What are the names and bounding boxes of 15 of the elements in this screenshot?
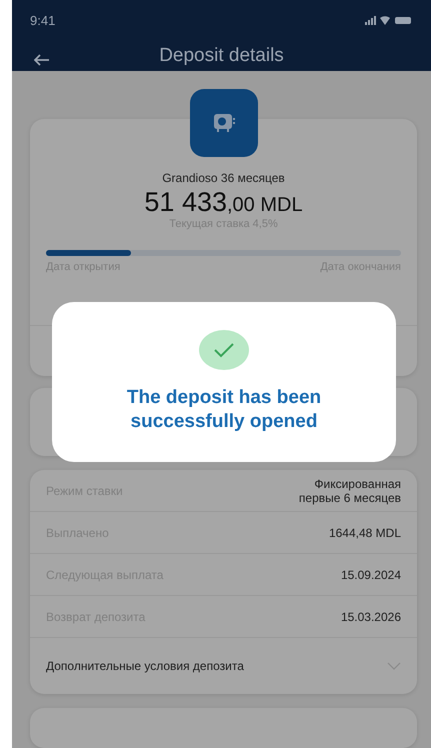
check-icon bbox=[199, 330, 249, 370]
status-time: 9:41 bbox=[30, 12, 56, 28]
page-title: Deposit details bbox=[159, 44, 284, 66]
deposit-amount: 51 433,00 MDL bbox=[144, 187, 303, 218]
detail-value: 15.03.2026 bbox=[340, 610, 401, 624]
success-message: The deposit has been successfully opened bbox=[126, 386, 322, 434]
detail-value: Фиксированная первые 6 месяцев bbox=[298, 476, 401, 504]
detail-value: 1644,48 MDL bbox=[328, 526, 401, 540]
detail-value: 15.09.2024 bbox=[340, 568, 401, 582]
back-icon[interactable] bbox=[34, 54, 50, 66]
deposit-name: Grandioso 36 месяцев bbox=[162, 171, 285, 185]
safe-icon bbox=[190, 89, 258, 157]
conditions-label: Дополнительные условия депозита bbox=[46, 659, 244, 673]
conditions-toggle[interactable]: Дополнительные условия депозита bbox=[30, 638, 417, 694]
status-icons bbox=[365, 15, 411, 25]
